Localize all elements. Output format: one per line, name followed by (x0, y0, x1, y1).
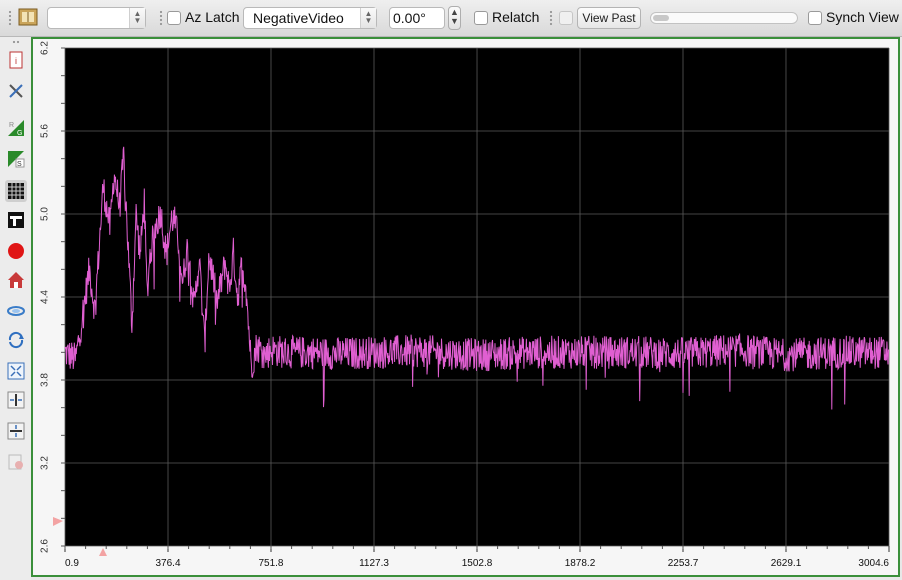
x-cursor-marker (99, 548, 107, 556)
x-tick-label: 1127.3 (359, 558, 389, 569)
y-tick-label: 6.2 (39, 41, 50, 55)
y-tick-label: 5.0 (39, 207, 50, 221)
y-tick-label: 5.6 (39, 124, 50, 138)
y-tick-label: 3.8 (39, 373, 50, 387)
x-tick-label: 2253.7 (668, 558, 699, 569)
x-tick-label: 2629.1 (771, 558, 802, 569)
x-tick-label: 1878.2 (565, 558, 596, 569)
x-tick-label: 751.8 (258, 558, 283, 569)
x-tick-label: 1502.8 (462, 558, 493, 569)
x-tick-label: 3004.6 (858, 558, 889, 569)
x-tick-label: 376.4 (155, 558, 180, 569)
y-tick-label: 2.6 (39, 539, 50, 553)
y-tick-label: 3.2 (39, 456, 50, 470)
x-tick-label: 0.9 (65, 558, 79, 569)
line-chart: 2.6 3.2 3.8 4.4 5.0 5.6 6.2 0.9 376.4 751.8 1127.3… (39, 41, 890, 569)
y-tick-label: 4.4 (39, 290, 50, 304)
